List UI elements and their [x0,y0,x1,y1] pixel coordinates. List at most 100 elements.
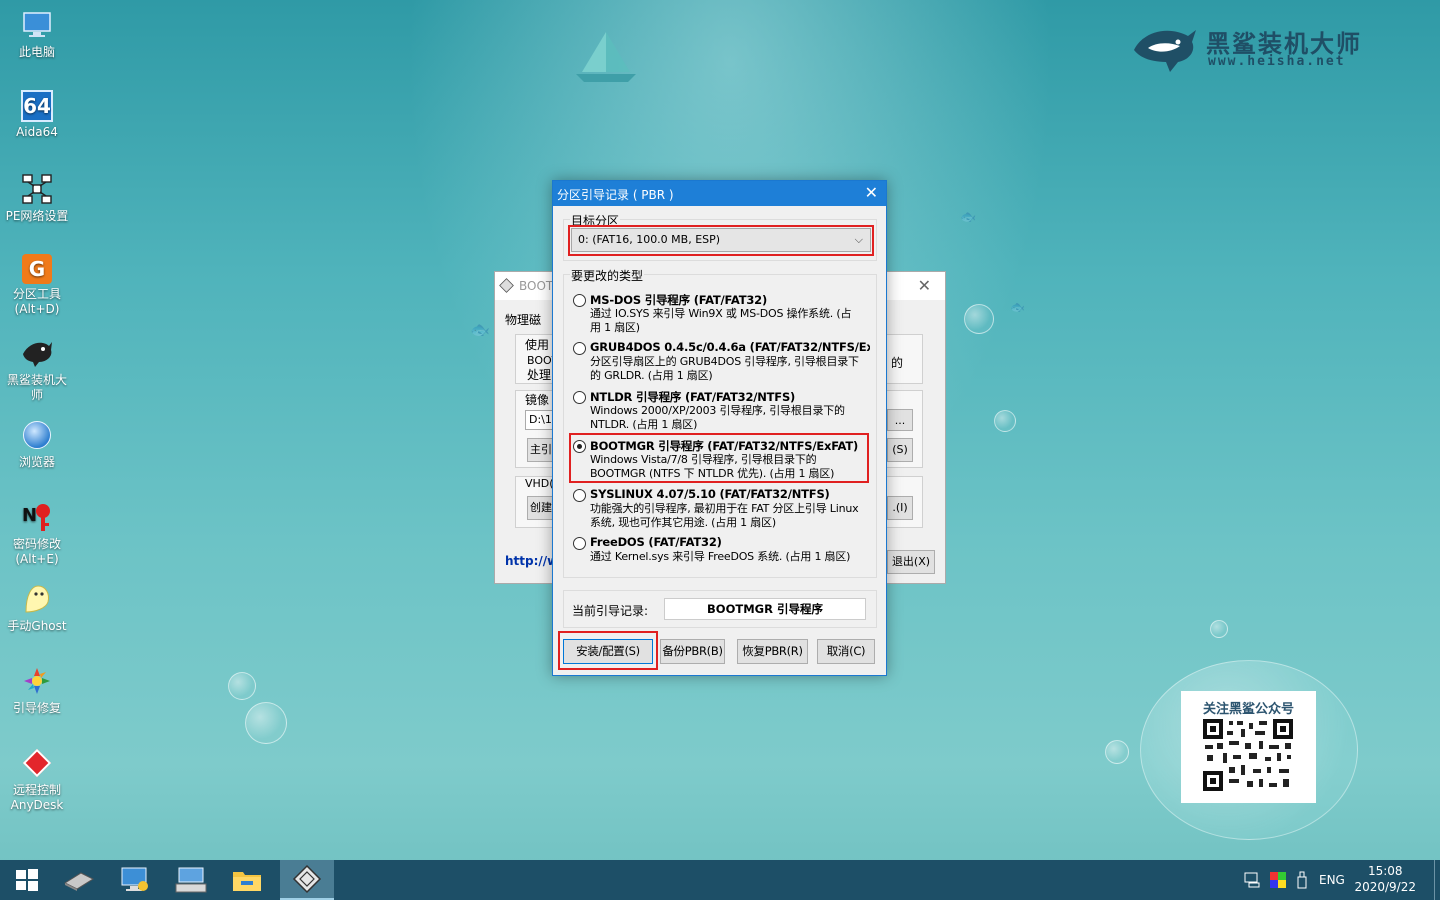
current-record-value: BOOTMGR 引导程序 [664,598,866,620]
option-title: GRUB4DOS 0.4.5c/0.4.6a (FAT/FAT32/NTFS/E… [590,340,870,354]
option-title: SYSLINUX 4.07/5.10 (FAT/FAT32/NTFS) [590,487,830,501]
ghost-icon [20,582,54,616]
target-partition-label: 目标分区 [570,212,621,229]
boot-repair-icon [20,664,54,698]
pbr-dialog-title-bar: 分区引导记录 ( PBR ) ✕ [553,181,886,206]
install-config-button[interactable]: 安装/配置(S) [563,639,653,664]
desktop-icon-aida64[interactable]: 64 Aida64 [0,90,74,140]
fish-decoration: 🐟 [960,210,977,225]
desktop-icon-ghost[interactable]: 手动Ghost [0,582,74,634]
main-boot-button[interactable]: 主引 [527,438,555,462]
taskbar-keyboard[interactable] [164,860,218,900]
desktop-icon-label: 分区工具 (Alt+D) [12,287,61,316]
desktop-icon-label: 此电脑 [18,45,55,59]
desktop-icon-boot-repair[interactable]: 引导修复 [0,664,74,716]
option-title: FreeDOS (FAT/FAT32) [590,535,722,549]
bubble-decoration [994,410,1016,432]
qr-card: 关注黑鲨公众号 [1181,691,1316,803]
desktop-icon-password[interactable]: N 密码修改 (Alt+E) [0,500,74,567]
desktop-icon-browser[interactable]: 浏览器 [0,418,74,470]
option-description: Windows 2000/XP/2003 引导程序, 引导根目录下的 NTLDR… [590,404,845,431]
option-title: NTLDR 引导程序 (FAT/FAT32/NTFS) [590,390,796,404]
desktop-icon-heisha[interactable]: 黑鲨装机大 师 [0,336,74,403]
taskbar-disk-tool[interactable] [52,860,106,900]
close-icon[interactable]: ✕ [918,276,931,295]
computer-icon [20,8,54,42]
clock-date: 2020/9/22 [1354,880,1416,894]
desktop-icon-label: 远程控制 AnyDesk [10,783,64,812]
target-partition-value: 0: (FAT16, 100.0 MB, ESP) [578,233,721,246]
option-ntldr[interactable]: NTLDR 引导程序 (FAT/FAT32/NTFS) Windows 2000… [573,389,869,433]
browse-button[interactable]: ... [887,409,913,431]
option-freedos[interactable]: FreeDOS (FAT/FAT32) 通过 Kernel.sys 来引导 Fr… [573,535,869,569]
bubble-decoration [228,672,256,700]
restore-pbr-button[interactable]: 恢复PBR(R) [737,639,808,664]
color-display-icon [1270,872,1286,888]
qr-title: 关注黑鲨公众号 [1202,702,1294,717]
desktop-icon-label: 浏览器 [18,455,55,469]
radio-msdos[interactable] [573,294,586,307]
radio-bootmgr-selected[interactable] [573,440,586,453]
homepage-link[interactable]: http://w [505,554,558,568]
pbr-dialog: 分区引导记录 ( PBR ) ✕ 目标分区 0: (FAT16, 100.0 M… [552,180,887,676]
backup-pbr-button[interactable]: 备份PBR(B) [660,639,725,664]
image-path-field[interactable]: D:\1 [525,410,555,430]
tab-physical-disk[interactable]: 物理磁 [505,311,541,328]
bubble-decoration [1105,740,1129,764]
file-explorer-icon [233,872,261,891]
desktop-icon-label: PE网络设置 [5,209,69,223]
bubble-decoration [964,304,994,334]
taskbar-bootice[interactable] [280,860,334,900]
start-button[interactable] [0,860,54,900]
cancel-button[interactable]: 取消(C) [817,639,875,664]
network-tray-icon [1244,872,1260,888]
option-title: MS-DOS 引导程序 (FAT/FAT32) [590,293,768,307]
tray-usb[interactable] [1296,860,1308,900]
i-button[interactable]: .(I) [887,496,913,520]
language-indicator[interactable]: ENG [1319,860,1345,900]
bootice-title: BOOT [519,279,554,293]
browser-icon [20,418,54,452]
target-partition-select[interactable]: 0: (FAT16, 100.0 MB, ESP) ⌵ [571,228,871,252]
desktop-icon-this-pc[interactable]: 此电脑 [0,8,74,60]
exit-button[interactable]: 退出(X) [887,550,935,574]
option-bootmgr[interactable]: BOOTMGR 引导程序 (FAT/FAT32/NTFS/ExFAT) Wind… [573,438,869,482]
taskbar-desktop-settings[interactable] [108,860,162,900]
clock[interactable]: 15:08 2020/9/22 [1354,863,1416,895]
radio-freedos[interactable] [573,537,586,550]
option-description: Windows Vista/7/8 引导程序, 引导根目录下的 BOOTMGR … [590,453,835,480]
desktop-icon-network[interactable]: PE网络设置 [0,172,74,224]
fish-decoration: 🐟 [470,320,490,339]
desktop-icon-anydesk[interactable]: 远程控制 AnyDesk [0,746,74,813]
dialog-title: 分区引导记录 ( PBR ) [557,188,674,202]
option-description: 功能强大的引导程序, 最初用于在 FAT 分区上引导 Linux 系统, 现也可… [590,502,859,529]
aida64-icon: 64 [21,90,53,122]
option-grub4dos[interactable]: GRUB4DOS 0.4.5c/0.4.6a (FAT/FAT32/NTFS/E… [573,340,870,384]
create-button[interactable]: 创建 [527,496,555,520]
desktop-icon-partition[interactable]: G 分区工具 (Alt+D) [0,254,74,317]
radio-grub4dos[interactable] [573,342,586,355]
label-use: 使用 [525,338,550,352]
label-vhd: VHD( [525,477,554,490]
tray-network[interactable] [1244,860,1262,900]
usb-icon [1297,871,1307,889]
tray-display[interactable] [1270,860,1286,900]
option-msdos[interactable]: MS-DOS 引导程序 (FAT/FAT32) 通过 IO.SYS 来引导 Wi… [573,292,869,336]
desktop-icon-label: Aida64 [16,125,58,139]
option-title: BOOTMGR 引导程序 (FAT/FAT32/NTFS/ExFAT) [590,439,859,453]
desktop-settings-icon [121,867,148,891]
close-icon[interactable]: ✕ [865,183,878,202]
taskbar: ENG 15:08 2020/9/22 [0,860,1440,900]
bootice-icon [292,864,322,894]
qr-code-icon [1203,719,1293,791]
s-button[interactable]: (S) [887,438,913,462]
radio-ntldr[interactable] [573,391,586,404]
heisha-logo: 黑鲨装机大师 www.heisha.net [1130,18,1400,78]
show-desktop-button[interactable] [1434,860,1440,900]
bubble-decoration [1210,620,1228,638]
password-icon: N [20,500,54,534]
taskbar-file-explorer[interactable] [220,860,274,900]
option-syslinux[interactable]: SYSLINUX 4.07/5.10 (FAT/FAT32/NTFS) 功能强大… [573,487,869,531]
radio-syslinux[interactable] [573,489,586,502]
option-description: 分区引导扇区上的 GRUB4DOS 引导程序, 引导根目录下的 GRLDR. (… [590,355,859,382]
